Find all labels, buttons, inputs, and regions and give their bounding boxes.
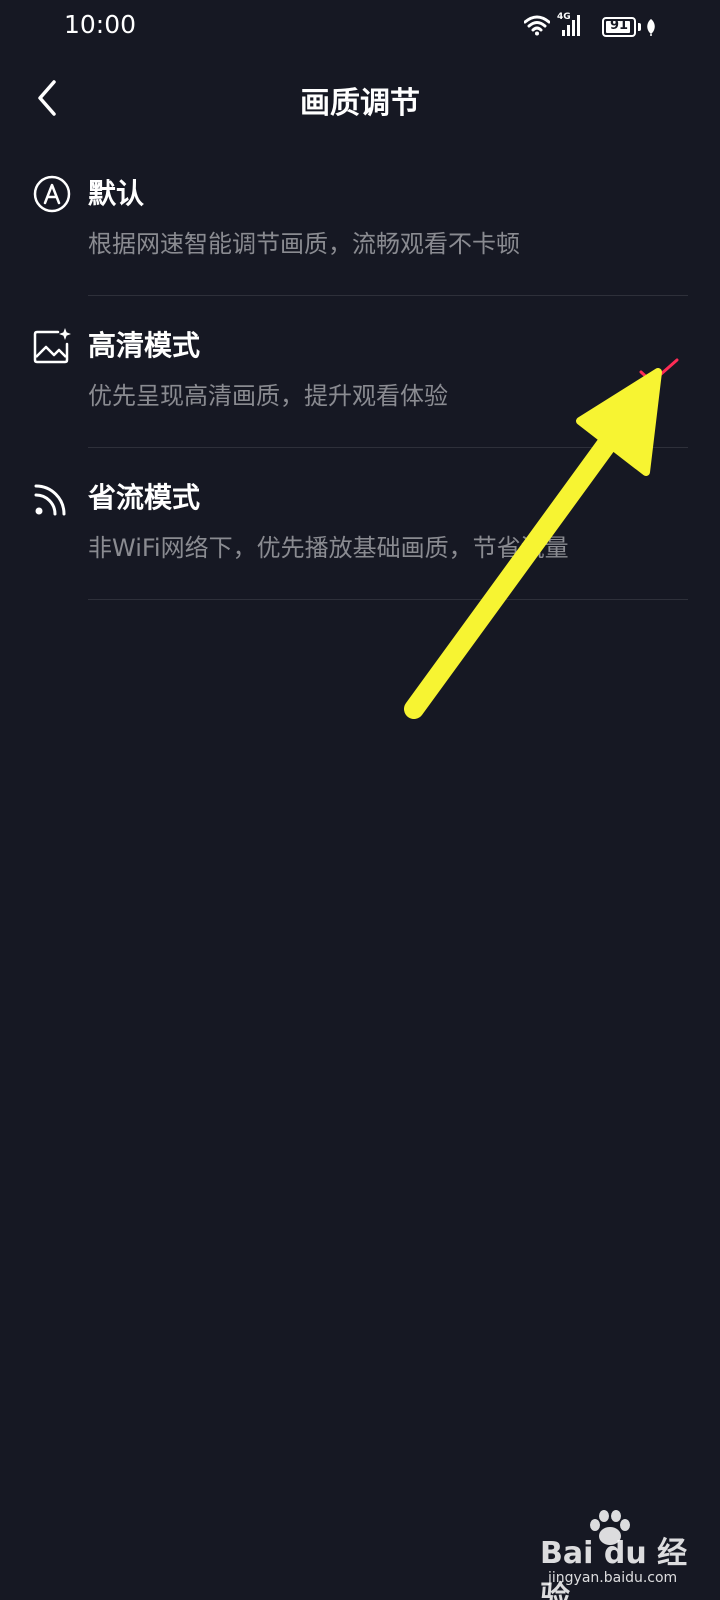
header-bar: 画质调节	[0, 56, 720, 144]
leaf-icon	[647, 19, 655, 36]
divider	[88, 599, 688, 600]
status-bar: 10:00 4G 91	[0, 0, 720, 56]
option-default[interactable]: 默认 根据网速智能调节画质，流畅观看不卡顿	[0, 144, 720, 296]
option-description: 根据网速智能调节画质，流畅观看不卡顿	[88, 230, 520, 258]
option-data-saver-mode[interactable]: 省流模式 非WiFi网络下，优先播放基础画质，节省流量	[0, 448, 720, 600]
image-sparkle-icon	[33, 328, 71, 364]
battery-percent: 91	[609, 18, 629, 33]
option-title: 默认	[88, 177, 145, 210]
signal-waves-icon	[34, 484, 66, 516]
option-hd-mode[interactable]: 高清模式 优先呈现高清画质，提升观看体验	[0, 296, 720, 448]
option-description: 优先呈现高清画质，提升观看体验	[88, 382, 448, 410]
option-title: 省流模式	[88, 481, 201, 514]
watermark-brand: Bai du 经验	[540, 1536, 688, 1600]
checkmark-icon	[639, 358, 679, 384]
battery-icon: 91	[602, 17, 636, 37]
watermark-url: jingyan.baidu.com	[548, 1570, 678, 1586]
quality-settings-screen: 10:00 4G 91 画质调节 默认 根据网速智能调节画质，流畅观看不卡顿 高…	[0, 0, 720, 1600]
watermark: Bai du 经验 jingyan.baidu.com	[540, 1508, 710, 1600]
auto-a-circle-icon	[33, 175, 71, 213]
signal-icon	[562, 15, 580, 36]
option-title: 高清模式	[88, 329, 201, 362]
page-title: 画质调节	[300, 86, 420, 121]
option-description: 非WiFi网络下，优先播放基础画质，节省流量	[88, 534, 569, 562]
battery-tip	[638, 23, 641, 31]
wifi-icon	[524, 15, 550, 36]
status-time: 10:00	[64, 10, 137, 39]
